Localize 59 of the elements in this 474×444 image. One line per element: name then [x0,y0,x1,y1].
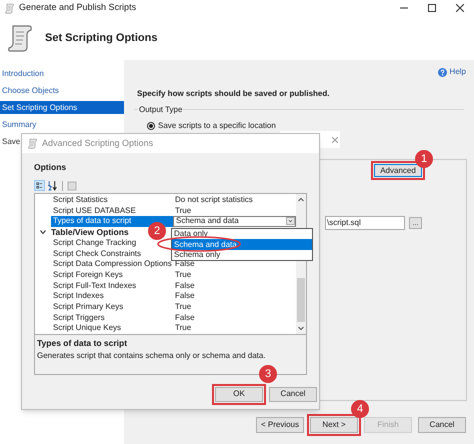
categorized-icon[interactable] [34,180,45,192]
radio-button[interactable] [147,122,155,130]
window-title: Generate and Publish Scripts [19,1,136,14]
radio-label: Save scripts to a specific location [158,120,276,132]
description-title: Types of data to script [37,336,128,350]
property-name[interactable]: Script Triggers [51,312,173,323]
footer-button[interactable]: < Previous [256,417,304,433]
property-value: Schema and data [176,215,240,228]
maximize-icon[interactable] [428,4,436,12]
property-value: Do not script statistics [175,194,254,206]
sort-icon[interactable] [47,180,58,192]
property-name[interactable]: Script Statistics [51,194,173,206]
property-name[interactable]: Script Foreign Keys [51,270,173,280]
sidebar-item[interactable]: Choose Objects [0,84,124,97]
dialog-button[interactable]: Cancel [269,386,317,402]
section-label: Options [33,161,68,174]
file-path-field[interactable]: \script.sql [325,216,405,230]
property-name[interactable]: Script Data Compression Options [51,258,173,270]
dropdown-option[interactable]: Schema only [172,250,312,260]
advanced-button[interactable]: Advanced [374,164,422,177]
property-name[interactable]: Script Change Tracking [51,238,173,248]
category-label: Table/View Options [51,226,129,239]
chevron-icon[interactable] [40,229,46,236]
property-value: False [175,280,196,292]
property-name[interactable]: Script Unique Keys [51,323,173,334]
scroll-icon [27,138,38,149]
property-name[interactable]: Script Indexes [51,290,173,302]
property-name[interactable]: Script Primary Keys [51,302,173,312]
dialog-button[interactable]: OK [215,386,263,402]
page-title: Set Scripting Options [45,30,158,46]
sidebar-item[interactable]: Set Scripting Options [0,101,124,114]
scroll-up-icon[interactable] [298,196,304,203]
property-name[interactable]: Script Check Constraints [51,248,173,259]
property-name[interactable]: Script USE DATABASE [51,205,173,216]
sidebar-item[interactable]: Summary [0,118,124,131]
dropdown-option[interactable]: Schema and data [172,239,312,250]
close-icon[interactable] [456,4,464,12]
property-value: True [175,204,192,217]
property-value: True [175,322,192,334]
instruction-text: Specify how scripts should be saved or published. [136,88,330,100]
help-link[interactable]: Help [450,66,466,78]
property-value: False [175,312,196,324]
footer-button[interactable]: Next > [310,417,358,433]
footer-button[interactable]: Cancel [418,417,466,433]
scroll-down-icon[interactable] [298,324,304,331]
dropdown-arrow-icon[interactable] [286,217,295,226]
property-name[interactable]: Types of data to script [51,216,173,227]
description-text: Generates script that contains schema only or schema and data. [37,350,267,362]
scroll-icon [4,2,15,14]
sidebar-item[interactable]: Introduction [0,67,124,80]
dialog-title: Advanced Scripting Options [42,136,154,150]
sidebar-item[interactable]: Save [0,135,22,148]
property-value: True [175,268,192,281]
help-icon[interactable] [438,68,447,76]
group-label: Output Type [138,104,184,116]
property-value: False [175,290,196,302]
clear-icon[interactable] [332,136,338,142]
property-name[interactable]: Script Full-Text Indexes [51,280,173,291]
property-value: True [175,300,192,313]
